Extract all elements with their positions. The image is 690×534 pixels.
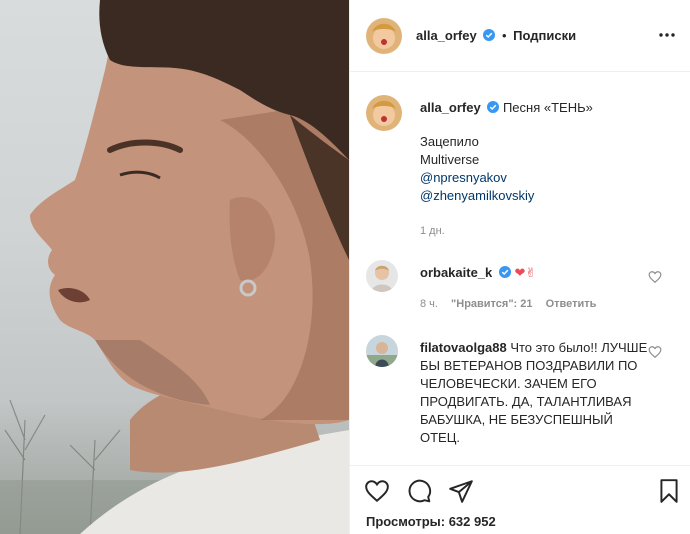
follow-status-button[interactable]: Подписки [513, 28, 576, 43]
comment-body: filatovaolga88 Что это было!! ЛУЧШЕ БЫ В… [420, 339, 650, 447]
comment-likes[interactable]: "Нравится": 21 [451, 298, 532, 310]
post-header: alla_orfey • Подписки [350, 0, 690, 72]
commenter-avatar[interactable] [366, 260, 398, 292]
heart-icon[interactable] [364, 478, 390, 504]
caption-line: Зацепило [420, 134, 479, 149]
post-image [0, 0, 349, 534]
post-media[interactable] [0, 0, 349, 534]
caption-avatar[interactable] [366, 95, 402, 131]
views-count: Просмотры: 632 952 [366, 514, 496, 529]
post-time[interactable]: 1 дн. [420, 222, 680, 240]
caption-line: Multiverse [420, 152, 480, 167]
comment-emoji: ❤✌ [514, 265, 537, 280]
comment-like-heart-icon[interactable] [648, 270, 662, 284]
verified-badge-icon [483, 29, 496, 41]
more-options-icon[interactable] [657, 28, 677, 42]
post-panel: alla_orfey • Подписки alla_orfey Песня «… [349, 0, 690, 534]
comment-like-heart-icon[interactable] [648, 345, 662, 359]
commenter-avatar[interactable] [366, 335, 398, 367]
caption-username[interactable]: alla_orfey [420, 100, 481, 115]
caption-lines: Зацепило Multiverse @npresnyakov @zhenya… [420, 133, 680, 205]
share-icon[interactable] [448, 478, 474, 504]
mention-link[interactable]: @npresnyakov [420, 169, 680, 187]
caption-title: Песня «ТЕНЬ» [502, 100, 593, 115]
author-avatar[interactable] [366, 18, 402, 54]
comment-time[interactable]: 8 ч. [420, 298, 438, 310]
header-separator: • [501, 28, 507, 43]
commenter-username[interactable]: orbakaite_k [420, 265, 492, 280]
commenter-username[interactable]: filatovaolga88 [420, 340, 507, 355]
post-footer: Просмотры: 632 952 [350, 465, 690, 534]
verified-badge-icon [498, 266, 511, 278]
caption-text: alla_orfey Песня «ТЕНЬ» Зацепило Multive… [420, 99, 680, 240]
mention-link[interactable]: @zhenyamilkovskiy [420, 187, 680, 205]
comment-body: orbakaite_k ❤✌ 8 ч. "Нравится": 21 Ответ… [420, 264, 650, 313]
reply-button[interactable]: Ответить [546, 298, 597, 310]
bookmark-icon[interactable] [656, 478, 682, 504]
author-username[interactable]: alla_orfey [416, 28, 477, 43]
comment-icon[interactable] [406, 478, 432, 504]
comment-meta: 8 ч. "Нравится": 21 Ответить [420, 295, 650, 313]
comments-scroll[interactable]: alla_orfey Песня «ТЕНЬ» Зацепило Multive… [350, 73, 690, 465]
verified-badge-icon [487, 101, 500, 113]
header-title-row: alla_orfey • Подписки [416, 28, 576, 43]
comment-text: Что это было!! ЛУЧШЕ БЫ ВЕТЕРАНОВ ПОЗДРА… [420, 340, 648, 445]
